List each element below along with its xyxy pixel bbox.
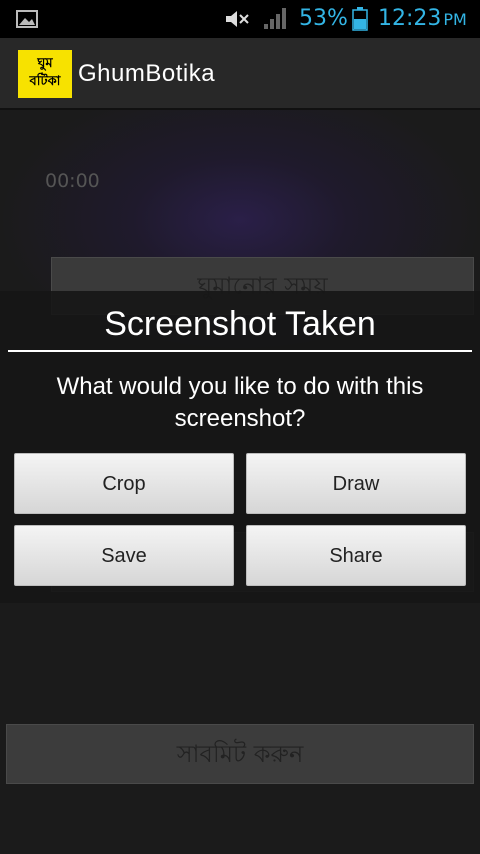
logo-line-1: ঘুম (37, 56, 53, 71)
status-bar: 53% 12:23 PM (0, 0, 480, 38)
screenshot-dialog: Screenshot Taken What would you like to … (0, 291, 480, 603)
dialog-message: What would you like to do with this scre… (56, 373, 424, 432)
action-bar: ঘুম বটিকা GhumBotika (0, 38, 480, 110)
share-button[interactable]: Share (246, 525, 466, 586)
dialog-divider (8, 350, 472, 352)
logo-line-2: বটিকা (29, 74, 61, 89)
save-button[interactable]: Save (14, 525, 234, 586)
mute-icon (226, 11, 249, 27)
signal-icon (264, 8, 286, 29)
crop-button[interactable]: Crop (14, 453, 234, 514)
image-notification-icon (16, 10, 38, 28)
app-title: GhumBotika (78, 60, 216, 87)
app-logo[interactable]: ঘুম বটিকা (18, 50, 72, 98)
clock: 12:23 PM (378, 6, 467, 31)
submit-button[interactable]: সাবমিট করুন (6, 724, 474, 784)
timer-display: 00:00 (45, 170, 100, 192)
dialog-title: Screenshot Taken (104, 305, 376, 343)
battery-percent: 53% (299, 6, 348, 31)
clock-ampm: PM (443, 10, 467, 29)
draw-button[interactable]: Draw (246, 453, 466, 514)
clock-time: 12:23 (378, 6, 442, 31)
battery-icon (352, 7, 368, 31)
